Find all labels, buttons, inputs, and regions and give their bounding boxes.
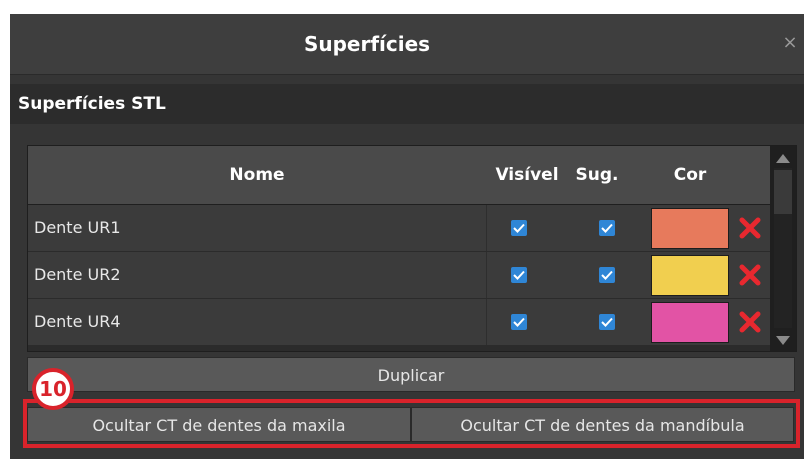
surfaces-dialog: Superfícies × Superfícies STL Nome Visív… bbox=[10, 14, 804, 459]
table-row[interactable]: Dente UR2 bbox=[28, 252, 770, 299]
checkmark-icon bbox=[601, 317, 613, 327]
hide-maxilla-teeth-ct-button[interactable]: Ocultar CT de dentes da maxila bbox=[27, 407, 411, 442]
surface-name: Dente UR4 bbox=[34, 312, 121, 331]
vertical-scrollbar[interactable] bbox=[770, 146, 796, 351]
color-swatch[interactable] bbox=[651, 208, 729, 249]
checkmark-icon bbox=[513, 317, 525, 327]
column-divider bbox=[486, 205, 487, 251]
column-divider bbox=[486, 252, 487, 298]
title-bar: Superfícies × bbox=[10, 14, 804, 75]
sug-checkbox[interactable] bbox=[599, 314, 615, 330]
column-header-name[interactable]: Nome bbox=[28, 146, 486, 204]
visible-checkbox[interactable] bbox=[511, 267, 527, 283]
checkmark-icon bbox=[513, 270, 525, 280]
delete-x-icon[interactable] bbox=[739, 264, 761, 286]
column-divider bbox=[486, 299, 487, 345]
scroll-up-arrow-icon[interactable] bbox=[774, 150, 792, 164]
surface-name: Dente UR2 bbox=[34, 265, 121, 284]
table-row[interactable]: Dente UR4 bbox=[28, 299, 770, 346]
scroll-down-arrow-icon[interactable] bbox=[774, 333, 792, 347]
checkmark-icon bbox=[601, 223, 613, 233]
sug-checkbox[interactable] bbox=[599, 220, 615, 236]
table-header: Nome Visível Sug. Cor bbox=[28, 146, 770, 205]
visible-checkbox[interactable] bbox=[511, 220, 527, 236]
surfaces-table: Nome Visível Sug. Cor Dente UR1 Dente UR… bbox=[27, 145, 797, 352]
annotation-step-marker: 10 bbox=[32, 368, 74, 410]
section-header: Superfícies STL bbox=[10, 84, 804, 124]
close-icon[interactable]: × bbox=[780, 32, 800, 54]
dialog-title: Superfícies bbox=[303, 32, 431, 56]
column-header-visible[interactable]: Visível bbox=[486, 146, 568, 204]
color-swatch[interactable] bbox=[651, 302, 729, 343]
checkmark-icon bbox=[513, 223, 525, 233]
delete-x-icon[interactable] bbox=[739, 311, 761, 333]
surface-name: Dente UR1 bbox=[34, 218, 121, 237]
color-swatch[interactable] bbox=[651, 255, 729, 296]
duplicate-button[interactable]: Duplicar bbox=[27, 357, 795, 392]
checkmark-icon bbox=[601, 270, 613, 280]
hide-mandible-teeth-ct-button[interactable]: Ocultar CT de dentes da mandíbula bbox=[411, 407, 794, 442]
delete-x-icon[interactable] bbox=[739, 217, 761, 239]
column-header-sug[interactable]: Sug. bbox=[568, 146, 626, 204]
scroll-thumb[interactable] bbox=[774, 170, 792, 214]
column-header-color[interactable]: Cor bbox=[626, 146, 754, 204]
table-row[interactable]: Dente UR1 bbox=[28, 205, 770, 252]
section-title: Superfícies STL bbox=[18, 94, 166, 114]
visible-checkbox[interactable] bbox=[511, 314, 527, 330]
sug-checkbox[interactable] bbox=[599, 267, 615, 283]
